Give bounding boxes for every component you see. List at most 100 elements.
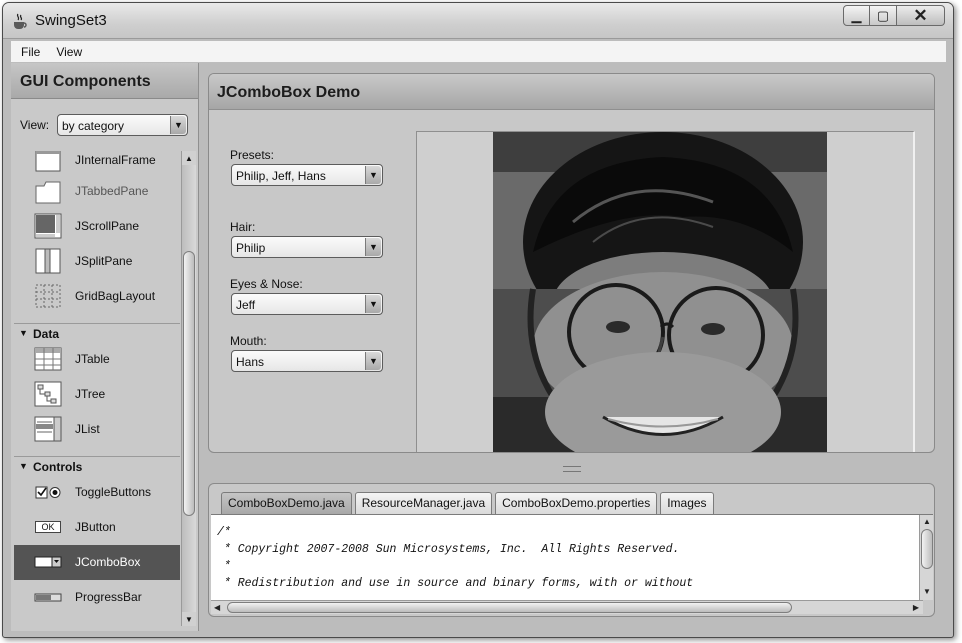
tab-comboboxdemo-properties[interactable]: ComboBoxDemo.properties bbox=[495, 492, 658, 514]
title-bar: SwingSet3 ▁ ▢ ✕ bbox=[3, 3, 953, 39]
button-icon-text: OK bbox=[35, 521, 61, 533]
components-list: JInternalFrame JTabbedPane JScrollPane J… bbox=[14, 151, 180, 628]
list-item-label: JList bbox=[75, 422, 100, 436]
source-panel: ComboBoxDemo.java ResourceManager.java C… bbox=[208, 483, 935, 617]
list-item-label: GridBagLayout bbox=[75, 289, 156, 303]
list-item-label: JComboBox bbox=[75, 555, 141, 569]
list-item-jtabbedpane[interactable]: JTabbedPane bbox=[14, 174, 180, 209]
demo-header: JComboBox Demo bbox=[209, 74, 934, 110]
maximize-button[interactable]: ▢ bbox=[870, 5, 897, 26]
code-horizontal-scrollbar[interactable]: ◀ ▶ bbox=[211, 600, 923, 614]
window-controls: ▁ ▢ ✕ bbox=[843, 5, 945, 26]
mouth-value: Hans bbox=[236, 355, 265, 369]
expand-triangle-icon: ▼ bbox=[19, 328, 28, 338]
list-item-jtree[interactable]: JTree bbox=[14, 377, 180, 412]
list-item-label: JInternalFrame bbox=[75, 153, 156, 167]
scroll-left-arrow-icon[interactable]: ◀ bbox=[214, 603, 220, 612]
eyes-nose-label: Eyes & Nose: bbox=[230, 277, 303, 291]
list-item-jscrollpane[interactable]: JScrollPane bbox=[14, 209, 180, 244]
app-window: SwingSet3 ▁ ▢ ✕ File View GUI Components… bbox=[2, 2, 954, 638]
category-label: Data bbox=[33, 327, 60, 341]
list-item-label: JScrollPane bbox=[75, 219, 140, 233]
split-pane-icon bbox=[35, 248, 61, 274]
toggle-buttons-icon bbox=[35, 486, 61, 499]
menu-file[interactable]: File bbox=[11, 45, 46, 59]
list-item-label: JSplitPane bbox=[75, 254, 133, 268]
scroll-up-arrow-icon[interactable]: ▲ bbox=[923, 517, 931, 526]
eyes-nose-combo[interactable]: Jeff ▼ bbox=[231, 293, 383, 315]
split-divider-handle[interactable] bbox=[563, 466, 581, 472]
chevron-down-icon[interactable]: ▼ bbox=[365, 166, 381, 184]
chevron-down-icon[interactable]: ▼ bbox=[365, 295, 381, 313]
tabbed-pane-icon bbox=[35, 181, 61, 204]
code-line: * Redistribution and use in source and b… bbox=[217, 577, 694, 590]
components-sidebar: GUI Components View: by category ▼ JInte… bbox=[11, 63, 199, 631]
scroll-down-arrow-icon[interactable]: ▼ bbox=[923, 587, 931, 596]
sidebar-title: GUI Components bbox=[20, 73, 151, 90]
list-item-gridbaglayout[interactable]: GridBagLayout bbox=[14, 279, 180, 314]
gridbag-icon bbox=[35, 284, 61, 308]
chevron-down-icon[interactable]: ▼ bbox=[365, 238, 381, 256]
internal-frame-icon bbox=[35, 151, 61, 172]
face-preview bbox=[416, 131, 915, 452]
list-item-label: ProgressBar bbox=[75, 590, 142, 604]
sidebar-scrollbar[interactable]: ▲ ▼ bbox=[181, 151, 196, 626]
hair-label: Hair: bbox=[230, 220, 256, 234]
list-item-jcombobox[interactable]: JComboBox bbox=[14, 545, 180, 580]
list-item-label: JButton bbox=[75, 520, 116, 534]
code-line: * bbox=[217, 560, 231, 573]
tree-icon bbox=[34, 381, 62, 407]
table-icon bbox=[34, 347, 62, 371]
category-data[interactable]: ▼ Data bbox=[14, 323, 180, 343]
view-label: View: bbox=[20, 118, 50, 132]
scroll-down-arrow-icon[interactable]: ▼ bbox=[182, 612, 196, 626]
view-combo[interactable]: by category ▼ bbox=[57, 114, 188, 136]
face-image bbox=[493, 132, 827, 452]
category-label: Controls bbox=[33, 460, 83, 474]
mouth-label: Mouth: bbox=[230, 334, 267, 348]
scroll-right-arrow-icon[interactable]: ▶ bbox=[913, 603, 919, 612]
list-item-label: JTable bbox=[75, 352, 110, 366]
scroll-up-arrow-icon[interactable]: ▲ bbox=[182, 151, 196, 165]
minimize-button[interactable]: ▁ bbox=[843, 5, 870, 26]
menu-bar: File View bbox=[11, 41, 946, 63]
view-combo-value: by category bbox=[62, 119, 125, 133]
hair-combo[interactable]: Philip ▼ bbox=[231, 236, 383, 258]
scroll-pane-icon bbox=[34, 213, 62, 239]
category-controls[interactable]: ▼ Controls bbox=[14, 456, 180, 476]
presets-combo[interactable]: Philip, Jeff, Hans ▼ bbox=[231, 164, 383, 186]
list-item-jtable[interactable]: JTable bbox=[14, 342, 180, 377]
chevron-down-icon[interactable]: ▼ bbox=[170, 116, 186, 134]
demo-panel: JComboBox Demo Presets: Philip, Jeff, Ha… bbox=[208, 73, 935, 453]
button-icon: OK bbox=[34, 514, 62, 540]
list-item-jbutton[interactable]: OK JButton bbox=[14, 510, 180, 545]
scrollbar-thumb[interactable] bbox=[183, 251, 195, 516]
presets-value: Philip, Jeff, Hans bbox=[236, 169, 326, 183]
list-item-label: ToggleButtons bbox=[75, 485, 152, 499]
source-code-view[interactable]: /* * Copyright 2007-2008 Sun Microsystem… bbox=[211, 514, 933, 600]
list-item-jsplitpane[interactable]: JSplitPane bbox=[14, 244, 180, 279]
tab-comboboxdemo-java[interactable]: ComboBoxDemo.java bbox=[221, 492, 352, 514]
tab-resourcemanager-java[interactable]: ResourceManager.java bbox=[354, 492, 493, 514]
list-item-togglebuttons[interactable]: ToggleButtons bbox=[14, 475, 180, 510]
progress-bar-icon bbox=[34, 593, 62, 602]
list-item-progressbar[interactable]: ProgressBar bbox=[14, 580, 180, 615]
menu-view[interactable]: View bbox=[46, 45, 88, 59]
sidebar-header: GUI Components bbox=[11, 63, 198, 99]
code-line: /* bbox=[217, 526, 231, 539]
code-line: * Copyright 2007-2008 Sun Microsystems, … bbox=[217, 543, 680, 556]
window-title: SwingSet3 bbox=[35, 12, 107, 29]
combo-box-icon bbox=[34, 556, 62, 568]
mouth-combo[interactable]: Hans ▼ bbox=[231, 350, 383, 372]
chevron-down-icon[interactable]: ▼ bbox=[365, 352, 381, 370]
view-selector-row: View: by category ▼ bbox=[20, 114, 190, 136]
demo-title: JComboBox Demo bbox=[217, 84, 361, 101]
list-icon bbox=[34, 416, 62, 442]
scrollbar-thumb[interactable] bbox=[921, 529, 933, 569]
tab-images[interactable]: Images bbox=[660, 492, 714, 514]
code-vertical-scrollbar[interactable]: ▲ ▼ bbox=[919, 515, 933, 600]
scrollbar-thumb[interactable] bbox=[227, 602, 792, 613]
list-item-jlist[interactable]: JList bbox=[14, 412, 180, 447]
close-button[interactable]: ✕ bbox=[897, 5, 945, 26]
list-item-label: JTabbedPane bbox=[75, 184, 149, 198]
